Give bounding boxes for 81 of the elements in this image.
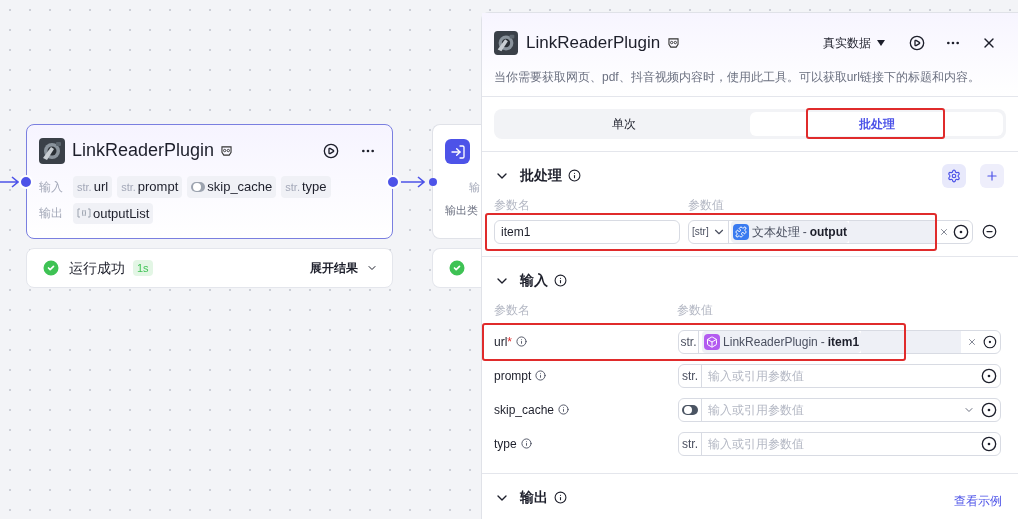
parameter-name: prompt — [494, 367, 532, 385]
parameter-name: skip_cache — [494, 401, 555, 419]
circle-dot-icon[interactable] — [981, 367, 997, 384]
expand-results-link[interactable]: 展开结果 — [310, 259, 358, 277]
panel-title: LinkReaderPlugin — [526, 32, 661, 54]
caret-icon — [877, 39, 885, 46]
circle-dot-icon[interactable] — [983, 333, 997, 350]
connector-arrow — [401, 176, 425, 188]
add-icon[interactable] — [980, 163, 1004, 188]
clear-icon[interactable] — [939, 226, 949, 237]
view-example-link[interactable]: 查看示例 — [954, 491, 1002, 510]
column-header: 参数名 — [494, 196, 531, 214]
cube-icon — [704, 333, 721, 350]
info-icon — [535, 370, 547, 381]
parameter-value-field[interactable]: str. LinkReaderPlugin - item1 — [678, 329, 1001, 354]
info-icon — [558, 404, 570, 415]
mask-icon — [668, 37, 680, 48]
parameter-name-field[interactable]: item1 — [494, 219, 680, 244]
value-placeholder: 输入或引用参数值 — [708, 435, 804, 453]
array-icon — [77, 208, 91, 219]
status-text: 运行成功 — [69, 258, 125, 278]
plugin-description: 当你需要获取网页、pdf、抖音视频内容时，使用此工具。可以获取url链接下的标题和内容。 — [494, 68, 982, 86]
row-label: 输出类 — [445, 202, 478, 218]
success-icon — [447, 258, 467, 278]
run-icon[interactable] — [909, 34, 925, 51]
type-label: str. — [682, 435, 698, 453]
value-placeholder: 输入或引用参数值 — [708, 367, 804, 385]
mask-icon — [221, 145, 233, 156]
type-label: str. — [680, 333, 697, 351]
column-header: 参数值 — [677, 301, 713, 319]
settings-icon[interactable] — [942, 163, 966, 188]
node-card[interactable]: 输 输出类 — [432, 124, 481, 239]
node-title: LinkReaderPlugin — [72, 139, 215, 162]
row-label: 输入 — [39, 178, 63, 196]
connection-port[interactable] — [19, 175, 33, 189]
connection-port[interactable] — [429, 178, 437, 186]
parameter-tag: str.type — [281, 176, 331, 198]
mode-tab[interactable]: 单次 — [497, 111, 750, 136]
section-title: 输入 — [520, 271, 548, 290]
info-icon — [554, 491, 567, 504]
type-label: str. — [682, 367, 698, 385]
info-icon — [554, 274, 567, 287]
section-title: 批处理 — [520, 166, 562, 185]
puzzle-icon — [732, 223, 749, 240]
info-icon — [568, 169, 581, 182]
circle-dot-icon[interactable] — [981, 401, 997, 418]
column-header: 参数值 — [688, 196, 724, 214]
value-placeholder: 输入或引用参数值 — [708, 401, 804, 419]
parameter-name: type — [494, 435, 517, 453]
entry-icon — [445, 139, 470, 164]
parameter-tag: outputList — [73, 202, 154, 224]
section-title: 输出 — [520, 488, 548, 507]
parameter-tag: skip_cache — [187, 176, 277, 198]
info-icon — [516, 336, 527, 347]
info-icon — [520, 438, 532, 449]
parameter-tag: str.prompt — [117, 176, 183, 198]
mode-tab[interactable]: 批处理 — [750, 111, 1003, 136]
circle-dot-icon[interactable] — [981, 435, 997, 452]
column-header: 参数名 — [494, 301, 531, 319]
plugin-node[interactable]: LinkReaderPlugin 输入 str.url str.prompt skip_cache str.type 输出 outputList — [26, 124, 393, 239]
connector-arrow — [0, 176, 19, 188]
reference-tag[interactable]: LinkReaderPlugin - item1 — [702, 330, 862, 353]
parameter-value-field[interactable]: str. 输入或引用参数值 — [678, 363, 1001, 388]
reference-tag[interactable]: 文本处理 - output — [730, 220, 849, 243]
parameter-tag: str.url — [73, 176, 113, 198]
parameter-value-field[interactable]: str. 输入或引用参数值 — [678, 431, 1001, 456]
required-asterisk: * — [507, 333, 512, 351]
success-icon — [41, 258, 61, 278]
circle-dot-icon[interactable] — [953, 223, 969, 240]
clear-icon[interactable] — [967, 336, 978, 347]
data-mode-dropdown[interactable]: 真实数据 — [823, 33, 885, 52]
run-icon[interactable] — [323, 142, 339, 159]
row-label: 输出 — [39, 205, 63, 223]
time-tag: 1s — [133, 259, 153, 277]
connection-port[interactable] — [386, 175, 400, 189]
row-label: 输 — [469, 180, 480, 195]
toggle-icon — [682, 404, 698, 415]
parameter-name: url — [494, 333, 508, 351]
toggle-icon — [191, 181, 206, 192]
remove-icon[interactable] — [982, 224, 997, 239]
parameter-value-field[interactable]: [str] 文本处理 - output — [688, 219, 973, 244]
